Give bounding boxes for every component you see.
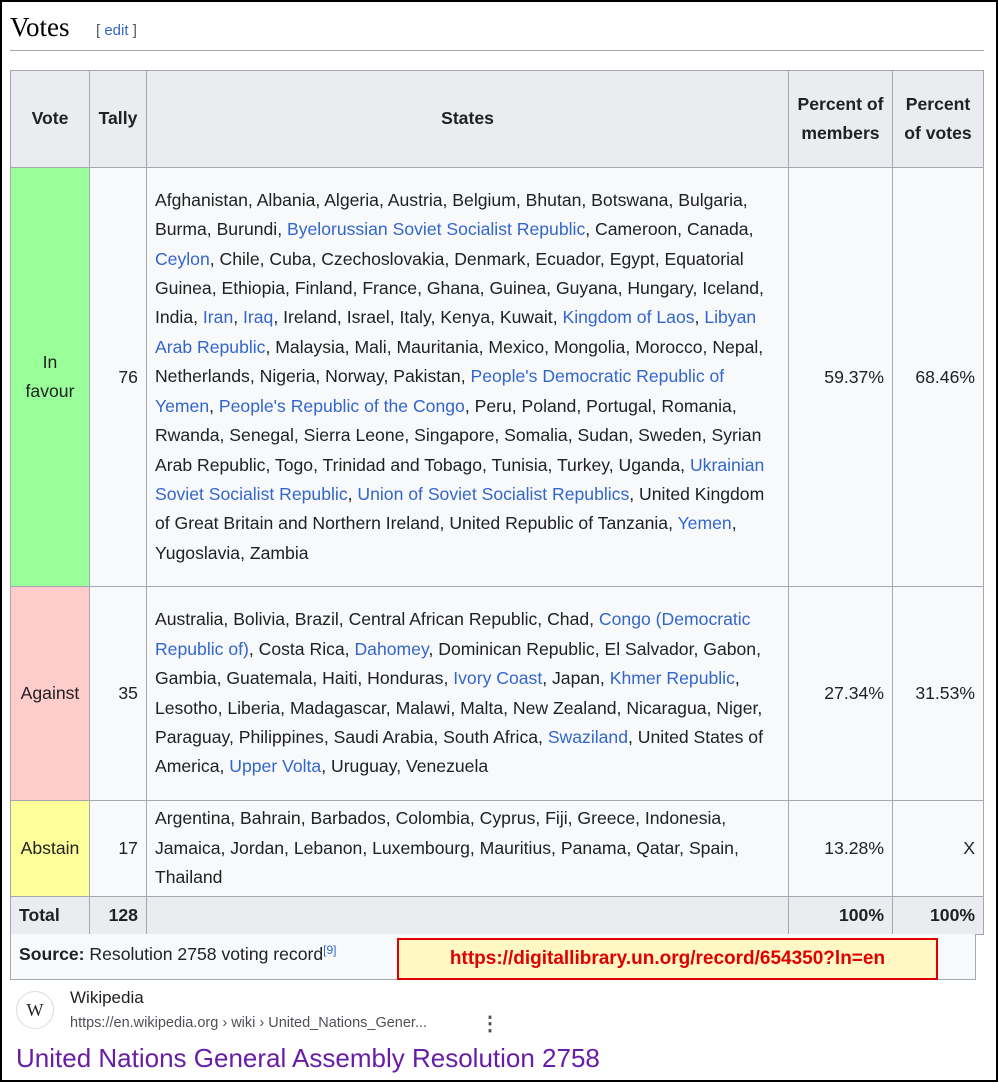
state-link[interactable]: Kingdom of Laos (562, 307, 694, 327)
state-text: , (694, 307, 705, 328)
total-row: Total 128 100% 100% (10, 896, 985, 935)
state-link[interactable]: Dahomey (354, 639, 428, 659)
votes-table: Vote Tally States Percent of members Per… (10, 70, 985, 935)
state-link[interactable]: Iraq (243, 307, 273, 327)
reference-link[interactable]: [9] (323, 943, 336, 957)
more-options-icon[interactable]: ⋮ (480, 1011, 500, 1036)
vote-cell-in-favour: In favour (10, 167, 90, 587)
tally-cell: 76 (88, 167, 147, 587)
state-link[interactable]: Swaziland (548, 727, 628, 747)
header-vote: Vote (10, 70, 90, 168)
table-row: In favour 76 Afghanistan, Albania, Alger… (10, 167, 985, 587)
state-link[interactable]: Union of Soviet Socialist Republics (357, 484, 629, 504)
state-link[interactable]: Ivory Coast (453, 668, 542, 688)
state-link[interactable]: Yemen (678, 513, 732, 533)
percent-votes-cell: 68.46% (891, 167, 985, 587)
vote-cell-abstain: Abstain (10, 800, 90, 897)
percent-votes-cell: 31.53% (891, 586, 985, 801)
state-link[interactable]: Ceylon (155, 249, 210, 269)
source-label: Source: (19, 944, 85, 964)
table-row: Abstain 17 Argentina, Bahrain, Barbados,… (10, 800, 985, 897)
tally-cell: 35 (88, 586, 147, 801)
vote-cell-against: Against (10, 586, 90, 801)
state-link[interactable]: People's Republic of the Congo (219, 396, 465, 416)
state-link[interactable]: Upper Volta (229, 756, 321, 776)
total-tally: 128 (88, 896, 147, 935)
edit-link-label[interactable]: edit (104, 22, 128, 39)
source-text: Source: Resolution 2758 voting record[9] (19, 943, 337, 965)
table-header-row: Vote Tally States Percent of members Per… (10, 70, 985, 168)
state-text: Australia, Bolivia, Brazil, Central Afri… (154, 609, 599, 630)
total-percent-votes: 100% (891, 896, 985, 935)
percent-members-cell: 59.37% (788, 167, 893, 587)
state-link[interactable]: Iran (203, 307, 233, 327)
state-link[interactable]: Byelorussian Soviet Socialist Republic (287, 219, 585, 239)
section-heading: Votes [ edit ] (10, 8, 984, 51)
wikipedia-favicon-icon: W (16, 991, 54, 1029)
search-result: W Wikipedia https://en.wikipedia.org › w… (10, 985, 970, 1080)
states-cell: Australia, Bolivia, Brazil, Central Afri… (145, 586, 790, 801)
header-percent-members: Percent of members (788, 70, 893, 168)
result-title-link[interactable]: United Nations General Assembly Resoluti… (16, 1043, 600, 1074)
header-tally: Tally (88, 70, 147, 168)
tally-cell: 17 (88, 800, 147, 897)
percent-members-cell: 13.28% (788, 800, 893, 897)
header-states: States (145, 70, 790, 168)
percent-votes-cell: X (891, 800, 985, 897)
edit-section-link[interactable]: [ edit ] (96, 22, 137, 39)
state-text: , Cameroon, Canada, (585, 219, 754, 240)
state-text: , (347, 483, 358, 504)
total-label: Total (10, 896, 90, 935)
state-link[interactable]: Khmer Republic (610, 668, 735, 688)
result-site-name[interactable]: Wikipedia (70, 988, 144, 1008)
total-states-empty (145, 896, 790, 935)
total-percent-members: 100% (788, 896, 893, 935)
states-cell: Afghanistan, Albania, Algeria, Austria, … (145, 167, 790, 587)
state-text: Argentina, Bahrain, Barbados, Colombia, … (154, 808, 739, 888)
states-cell: Argentina, Bahrain, Barbados, Colombia, … (145, 800, 790, 897)
state-text: , (209, 395, 219, 416)
source-description: Resolution 2758 voting record (84, 944, 324, 964)
percent-members-cell: 27.34% (788, 586, 893, 801)
state-text: , Costa Rica, (248, 638, 355, 659)
table-row: Against 35 Australia, Bolivia, Brazil, C… (10, 586, 985, 801)
state-text: , (233, 307, 244, 328)
result-site-url[interactable]: https://en.wikipedia.org › wiki › United… (70, 1015, 427, 1031)
state-text: , Japan, (542, 668, 610, 689)
section-title: Votes (10, 12, 70, 42)
state-text: , Uruguay, Venezuela (321, 756, 489, 777)
state-text: , Ireland, Israel, Italy, Kenya, Kuwait, (273, 307, 563, 328)
header-percent-votes: Percent of votes (891, 70, 985, 168)
highlighted-url-annotation: https://digitallibrary.un.org/record/654… (397, 938, 938, 980)
edit-close-bracket: ] (128, 22, 137, 39)
